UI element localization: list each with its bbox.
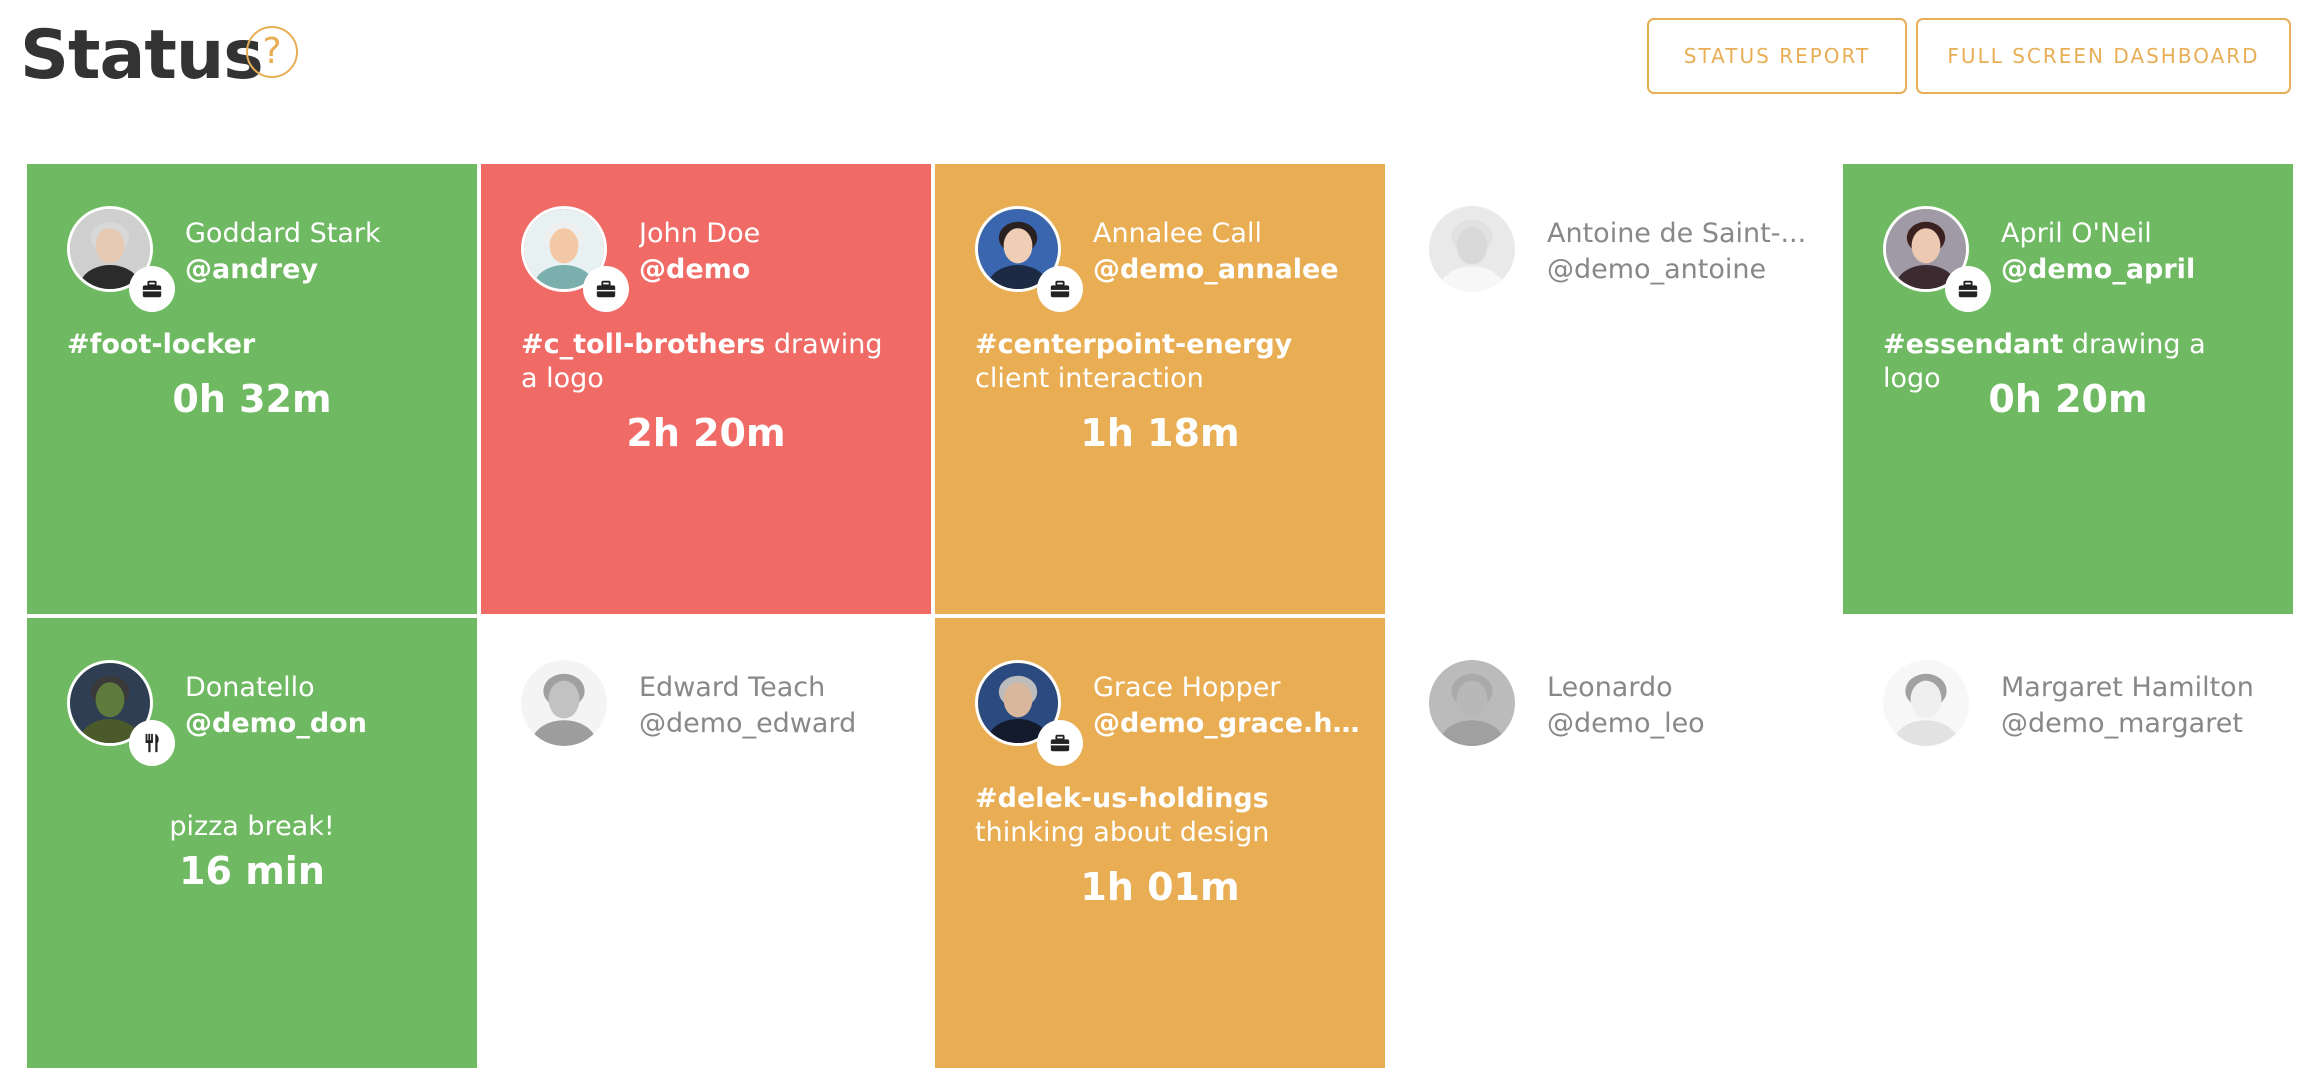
status-note: thinking about design [975,817,1270,848]
user-handle: @demo_grace.ho... [1093,708,1373,739]
briefcase-icon [1037,720,1083,766]
avatar [521,660,607,746]
user-handle: @demo_margaret [2001,708,2243,739]
full-screen-dashboard-button[interactable]: FULL SCREEN DASHBOARD [1916,18,2291,94]
user-handle: @demo [639,254,751,285]
briefcase-icon [1037,266,1083,312]
project-tag: #c_toll-brothers [521,329,766,360]
user-name: Donatello [185,672,315,703]
status-tile[interactable]: Margaret Hamilton @demo_margaret [1843,618,2293,1068]
user-name: April O'Neil [2001,218,2152,249]
user-handle: @demo_leo [1547,708,1705,739]
user-name: Antoine de Saint-... [1547,218,1807,249]
user-handle: @demo_edward [639,708,857,739]
avatar [1883,660,1969,746]
project-tag: #essendant [1883,329,2064,360]
status-tile[interactable]: John Doe @demo #c_toll-brothers drawing a … [481,164,931,614]
status-tile[interactable]: Edward Teach @demo_edward [481,618,931,1068]
status-tile[interactable]: April O'Neil @demo_april #essendant drawin… [1843,164,2293,614]
user-name: Leonardo [1547,672,1673,703]
user-handle: @andrey [185,254,318,285]
project-tag: #delek-us-holdings [975,783,1269,814]
status-tile[interactable]: Donatello @demo_donpizza break! 16 min [27,618,477,1068]
fork-knife-icon [129,720,175,766]
user-name: Margaret Hamilton [2001,672,2254,703]
user-name: Annalee Call [1093,218,1262,249]
avatar [1429,660,1515,746]
elapsed-timer: 0h 20m [1988,377,2148,421]
briefcase-icon [1945,266,1991,312]
help-icon[interactable]: ? [246,26,298,78]
project-tag: #foot-locker [67,329,256,360]
status-report-button[interactable]: STATUS REPORT [1647,18,1907,94]
user-handle: @demo_april [2001,254,2196,285]
status-grid: Goddard Stark @andrey #foot-locker 0h 32m Jo… [27,164,2293,1068]
status-text: #delek-us-holdings thinking about design [975,782,1355,850]
status-tile[interactable]: Goddard Stark @andrey #foot-locker 0h 32m [27,164,477,614]
status-tile[interactable]: Annalee Call @demo_annalee #centerpoint-en… [935,164,1385,614]
user-name: Goddard Stark [185,218,381,249]
elapsed-timer: 1h 01m [1080,865,1240,909]
status-note: client interaction [975,363,1204,394]
user-handle: @demo_antoine [1547,254,1767,285]
elapsed-timer: 1h 18m [1080,411,1240,455]
status-tile[interactable]: Grace Hopper @demo_grace.ho... #delek-us-h… [935,618,1385,1068]
user-name: John Doe [639,218,761,249]
elapsed-timer: 16 min [179,849,325,893]
avatar [1429,206,1515,292]
elapsed-timer: 0h 32m [172,377,332,421]
briefcase-icon [583,266,629,312]
status-tile[interactable]: Leonardo @demo_leo [1389,618,1839,1068]
status-tile[interactable]: Antoine de Saint-... @demo_antoine [1389,164,1839,614]
status-message: pizza break! [169,811,335,842]
user-handle: @demo_annalee [1093,254,1339,285]
elapsed-timer: 2h 20m [626,411,786,455]
status-text: #centerpoint-energy client interaction [975,328,1355,396]
status-text: #foot-locker [67,328,447,362]
briefcase-icon [129,266,175,312]
user-handle: @demo_don [185,708,367,739]
page-header: Status ? STATUS REPORT FULL SCREEN DASHB… [0,0,2320,120]
user-name: Edward Teach [639,672,826,703]
user-name: Grace Hopper [1093,672,1281,703]
page-title: Status [20,16,264,95]
status-text: #c_toll-brothers drawing a logo [521,328,901,396]
project-tag: #centerpoint-energy [975,329,1293,360]
